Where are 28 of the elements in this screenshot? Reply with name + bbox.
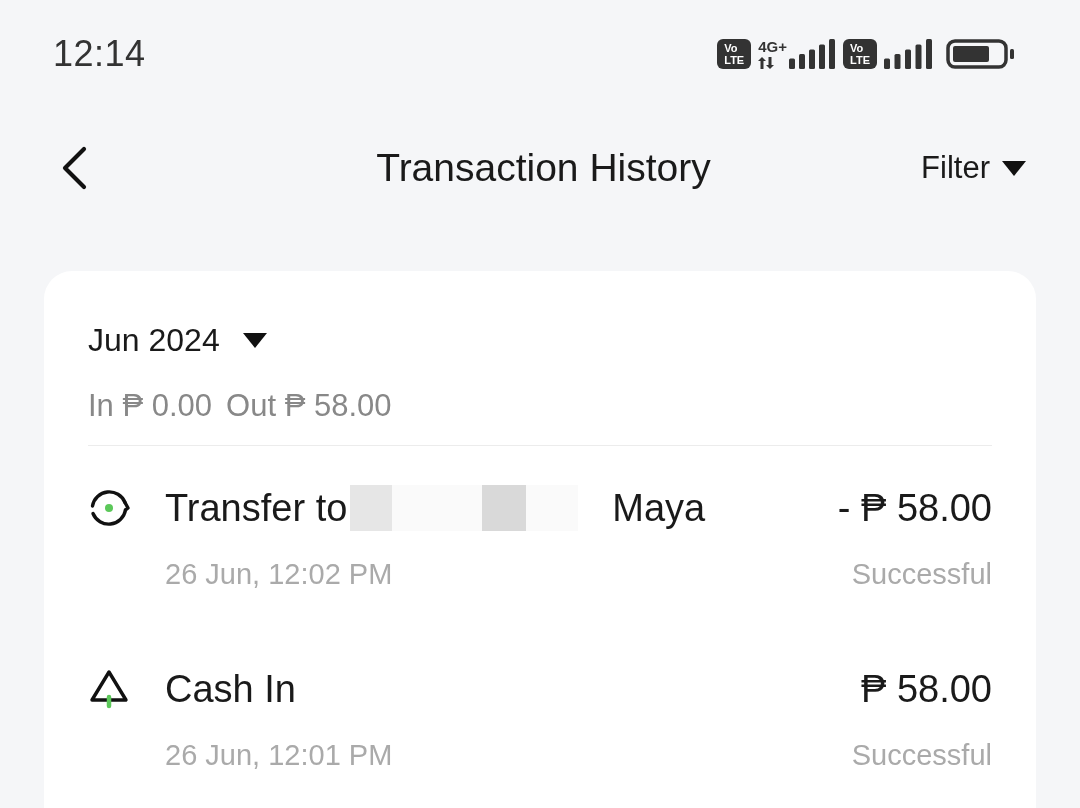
transaction-date: 26 Jun, 12:02 PM bbox=[165, 557, 393, 592]
transaction-date: 26 Jun, 12:01 PM bbox=[165, 738, 393, 773]
transaction-title: Transfer to bbox=[165, 486, 348, 531]
volte-badge: Vo LTE bbox=[717, 38, 752, 69]
filter-button[interactable]: Filter bbox=[921, 150, 1027, 187]
recipient-name: Maya bbox=[612, 486, 706, 531]
triangle-icon bbox=[88, 669, 130, 709]
battery-icon bbox=[946, 38, 1016, 69]
in-total: In ₱ 0.00 bbox=[88, 387, 213, 425]
caret-down-icon bbox=[241, 331, 268, 349]
transaction-status: Successful bbox=[851, 738, 992, 773]
signal-bars-icon bbox=[789, 38, 835, 69]
status-time: 12:14 bbox=[53, 32, 146, 75]
back-button[interactable] bbox=[60, 146, 88, 191]
volte-badge: Vo LTE bbox=[843, 38, 877, 69]
signal-bars-icon bbox=[884, 38, 932, 69]
data-arrows-icon bbox=[758, 56, 775, 69]
transaction-status: Successful bbox=[851, 557, 992, 592]
caret-down-icon bbox=[1001, 159, 1027, 177]
out-total: Out ₱ 58.00 bbox=[226, 387, 392, 425]
transaction-amount: ₱ 58.00 bbox=[861, 667, 992, 712]
chevron-left-icon bbox=[60, 146, 88, 191]
network-type-label: 4G+ bbox=[758, 38, 787, 54]
page-title: Transaction History bbox=[376, 146, 711, 191]
transaction-title: Cash In bbox=[165, 667, 296, 712]
transaction-amount: - ₱ 58.00 bbox=[837, 486, 992, 531]
transfer-icon bbox=[88, 487, 130, 529]
month-selector[interactable]: Jun 2024 bbox=[88, 321, 268, 359]
